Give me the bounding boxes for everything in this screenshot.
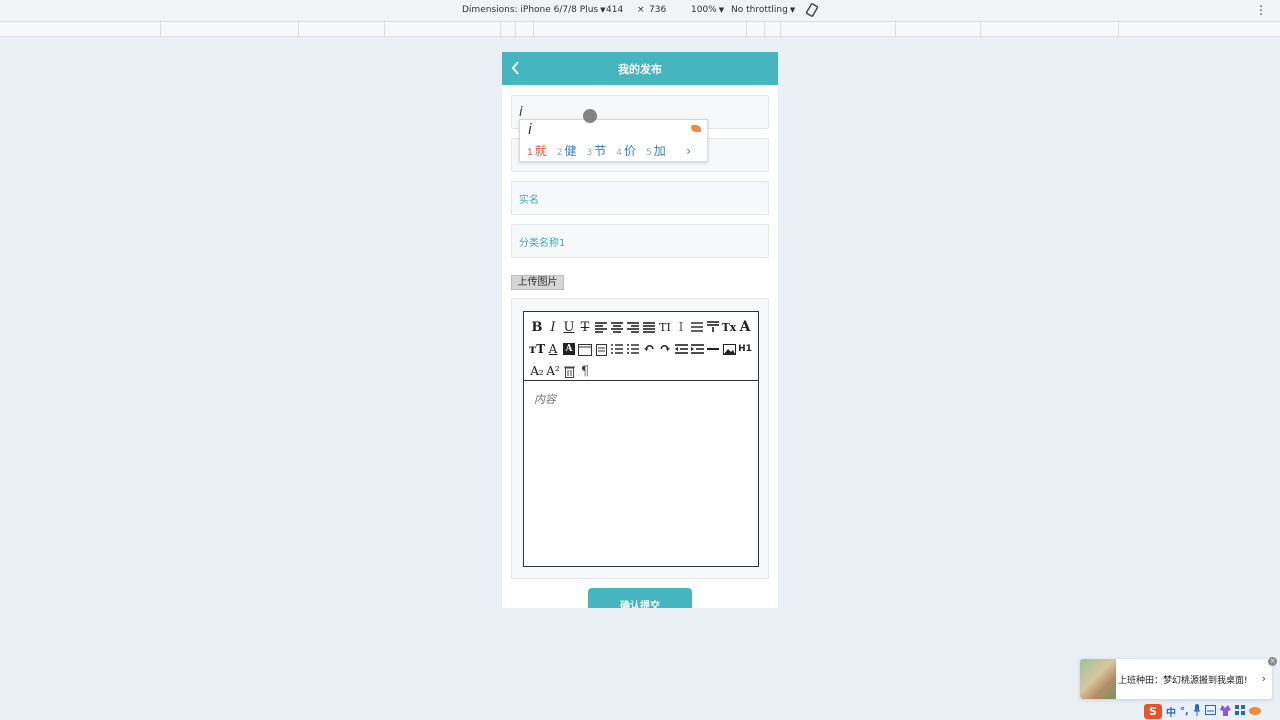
upload-image-button[interactable]: 上传图片 (511, 275, 564, 290)
heading-icon[interactable]: H1 (737, 338, 753, 360)
sogou-mascot-icon[interactable] (1248, 706, 1261, 718)
notification-close-icon[interactable]: × (1268, 657, 1277, 666)
font-icon[interactable]: A (737, 316, 753, 338)
ime-candidate[interactable]: 2健 (557, 142, 577, 159)
editor-content-area[interactable]: 内容 (524, 381, 758, 417)
text-size-icon[interactable]: TI (657, 316, 673, 338)
ime-composition: i (528, 122, 532, 138)
ime-candidate-popup: i 1就 2健 3节 4价 5加 › (519, 119, 708, 162)
width-input[interactable]: 414 (606, 5, 623, 15)
ime-candidate[interactable]: 5加 (646, 142, 666, 159)
chevron-down-icon: ▼ (718, 6, 725, 14)
editor-toolbar: B I U T TI I Tx A ᴛT A A ↶ ↷ H1 A₂ A² ¶ (524, 312, 758, 381)
submit-button[interactable]: 确认提交 (588, 588, 692, 608)
chevron-down-icon: ▼ (600, 6, 606, 14)
bold-icon[interactable]: B (529, 316, 545, 338)
trash-icon[interactable] (561, 360, 577, 382)
app-header: 我的发布 (502, 52, 778, 85)
line-height-icon[interactable] (689, 316, 705, 338)
ordered-list-icon[interactable] (609, 338, 625, 360)
ime-skin-icon[interactable] (691, 125, 701, 132)
dimension-separator: × (637, 5, 645, 15)
rotate-icon[interactable] (805, 3, 819, 20)
outdent-icon[interactable] (673, 338, 689, 360)
superscript-icon[interactable]: A² (545, 360, 561, 382)
devtools-device-toolbar: Dimensions: iPhone 6/7/8 Plus ▼ 414 × 736… (0, 0, 1280, 22)
notification-text: 上班种田：梦幻桃源搬到我桌面! (1118, 676, 1248, 686)
font-color-icon[interactable]: A (545, 338, 561, 360)
text-cursor-icon[interactable]: I (673, 316, 689, 338)
pilcrow-icon[interactable]: ¶ (577, 360, 593, 382)
realname-input[interactable]: 实名 (511, 181, 769, 215)
touch-cursor (583, 109, 597, 123)
desktop-notification[interactable]: 上班种田：梦幻桃源搬到我桌面! › (1080, 659, 1272, 699)
category-input[interactable]: 分类名称1 (511, 224, 769, 258)
microphone-icon[interactable] (1193, 704, 1201, 719)
strikethrough-icon[interactable]: T (577, 316, 593, 338)
skin-icon[interactable] (1219, 704, 1231, 719)
device-select[interactable]: Dimensions: iPhone 6/7/8 Plus ▼ (462, 5, 605, 15)
ime-candidate-list: 1就 2健 3节 4价 5加 (527, 142, 666, 159)
italic-icon[interactable]: I (545, 316, 561, 338)
background-color-icon[interactable]: A (561, 338, 577, 360)
throttling-label: No throttling (731, 5, 788, 15)
rich-text-editor: B I U T TI I Tx A ᴛT A A ↶ ↷ H1 A₂ A² ¶ … (523, 311, 759, 567)
align-right-icon[interactable] (625, 316, 641, 338)
punctuation-mode-icon[interactable]: °, (1180, 706, 1189, 717)
paragraph-spacing-icon[interactable] (705, 316, 721, 338)
ime-language-indicator[interactable]: 中 (1166, 704, 1176, 719)
date-icon[interactable] (577, 338, 593, 360)
system-tray: S 中 °, (1144, 703, 1261, 720)
realname-placeholder: 实名 (519, 194, 539, 206)
ime-candidate[interactable]: 3节 (587, 142, 607, 159)
device-label: Dimensions: iPhone 6/7/8 Plus (462, 5, 599, 15)
undo-icon[interactable]: ↶ (641, 338, 657, 360)
height-input[interactable]: 736 (649, 5, 666, 15)
page-title: 我的发布 (618, 62, 662, 76)
ime-candidate[interactable]: 1就 (527, 142, 547, 159)
content-placeholder: 内容 (534, 393, 556, 406)
sogou-ime-icon[interactable]: S (1144, 704, 1162, 719)
category-placeholder: 分类名称1 (519, 237, 566, 249)
media-query-ruler (0, 22, 1280, 37)
underline-icon[interactable]: U (561, 316, 577, 338)
back-arrow-icon[interactable] (510, 60, 522, 76)
clear-format-icon[interactable]: Tx (721, 316, 737, 338)
indent-icon[interactable] (689, 338, 705, 360)
toolbox-icon[interactable] (1234, 705, 1245, 718)
font-size-icon[interactable]: ᴛT (529, 338, 545, 360)
paste-icon[interactable] (593, 338, 609, 360)
ime-next-page-icon[interactable]: › (686, 144, 691, 158)
chevron-down-icon: ▼ (789, 6, 796, 14)
zoom-label: 100% (691, 5, 717, 15)
throttling-select[interactable]: No throttling ▼ (731, 5, 795, 15)
chevron-right-icon[interactable]: › (1262, 672, 1266, 685)
editor-container: B I U T TI I Tx A ᴛT A A ↶ ↷ H1 A₂ A² ¶ … (511, 298, 769, 579)
subscript-icon[interactable]: A₂ (529, 360, 545, 382)
input-value: i (519, 104, 523, 120)
image-icon[interactable] (721, 338, 737, 360)
more-options-icon[interactable]: ⋮ (1255, 3, 1267, 17)
align-left-icon[interactable] (593, 316, 609, 338)
unordered-list-icon[interactable] (625, 338, 641, 360)
align-center-icon[interactable] (609, 316, 625, 338)
zoom-select[interactable]: 100% ▼ (691, 5, 724, 15)
keyboard-icon[interactable] (1204, 705, 1216, 718)
notification-thumbnail (1080, 659, 1116, 699)
redo-icon[interactable]: ↷ (657, 338, 673, 360)
justify-icon[interactable] (641, 316, 657, 338)
ime-candidate[interactable]: 4价 (616, 142, 636, 159)
horizontal-rule-icon[interactable] (705, 338, 721, 360)
